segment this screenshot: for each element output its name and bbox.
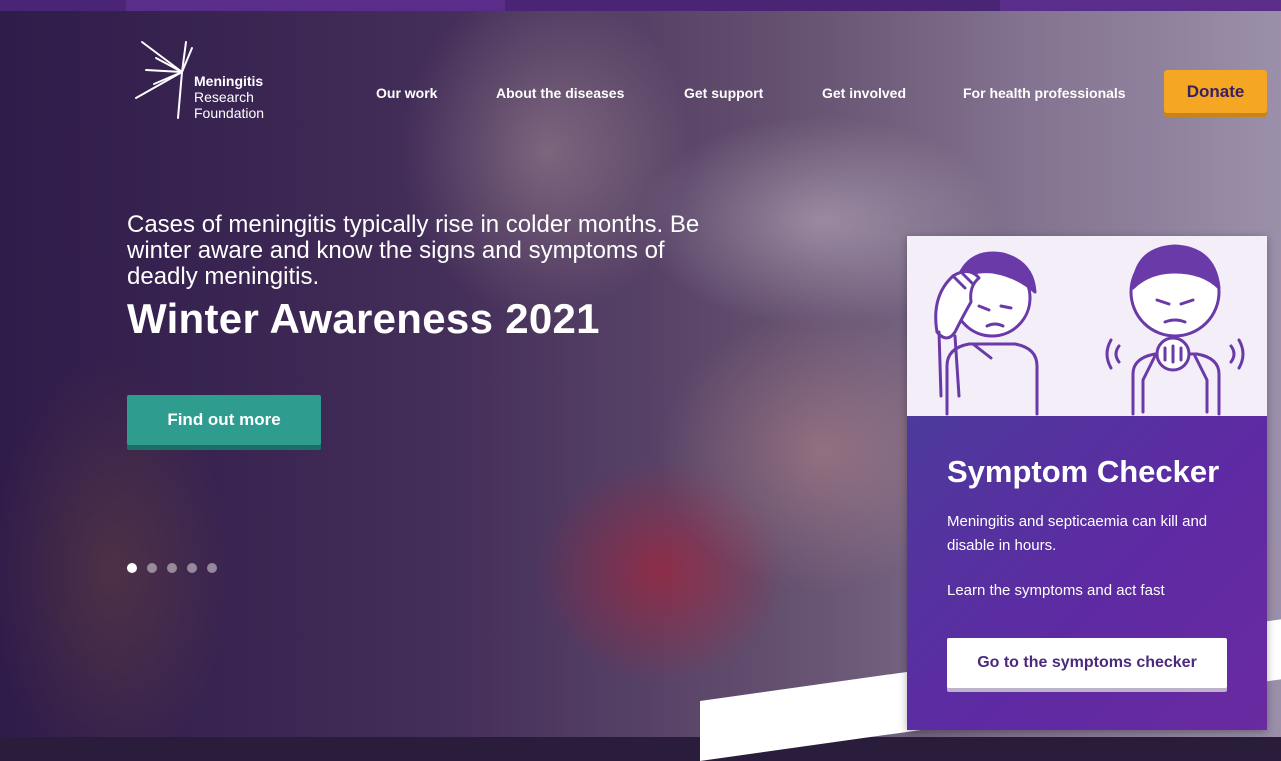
logo-line: Meningitis (194, 73, 264, 89)
symptom-checker-title: Symptom Checker (947, 454, 1220, 489)
symptom-checker-description: Meningitis and septicaemia can kill and … (947, 513, 1208, 554)
symptom-checker-body: Symptom Checker Meningitis and septicaem… (907, 416, 1267, 730)
carousel-dot-3[interactable] (167, 563, 177, 573)
symptom-checker-card: Symptom Checker Meningitis and septicaem… (907, 236, 1267, 730)
nav-item-about-the-diseases[interactable]: About the diseases (496, 85, 624, 101)
hero-intro-text: Cases of meningitis typically rise in co… (127, 211, 700, 290)
hero-title: Winter Awareness 2021 (127, 295, 600, 342)
carousel-dot-2[interactable] (147, 563, 157, 573)
symptom-figures-icon (934, 244, 1245, 416)
symptoms-checker-button[interactable]: Go to the symptoms checker (947, 638, 1227, 688)
logo-line: Foundation (194, 105, 265, 121)
symptom-illustration (907, 236, 1267, 416)
top-bar-segment (505, 0, 1000, 11)
top-bar-segment (0, 0, 126, 11)
carousel-dot-4[interactable] (187, 563, 197, 573)
logo-wordmark: Meningitis Research Foundation (194, 73, 264, 121)
donate-button[interactable]: Donate (1164, 70, 1267, 113)
carousel-dot-1[interactable] (127, 563, 137, 573)
find-out-more-button[interactable]: Find out more (127, 395, 321, 445)
logo-line: Research (194, 89, 254, 105)
nav-item-get-support[interactable]: Get support (684, 85, 763, 101)
symptom-checker-subtext: Learn the symptoms and act fast (947, 582, 1165, 599)
nav-item-our-work[interactable]: Our work (376, 85, 437, 101)
top-bar (0, 0, 1281, 11)
nav-item-for-health-professionals[interactable]: For health professionals (963, 85, 1126, 101)
starburst-icon (135, 41, 193, 119)
site-logo[interactable]: Meningitis Research Foundation (134, 38, 274, 128)
carousel-dot-5[interactable] (207, 563, 217, 573)
nav-item-get-involved[interactable]: Get involved (822, 85, 906, 101)
